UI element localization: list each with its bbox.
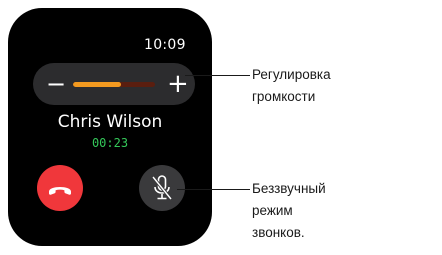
mute-callout-line1: Беззвучный xyxy=(252,181,326,196)
volume-callout-line2: громкости xyxy=(252,89,316,104)
mute-callout-line2: режим xyxy=(252,203,293,218)
microphone-off-icon xyxy=(151,175,173,201)
volume-slider[interactable] xyxy=(73,82,155,87)
watch-screen: 10:09 − + Chris Wilson 00:23 xyxy=(8,8,212,246)
end-call-button[interactable] xyxy=(37,165,83,211)
volume-callout-line1: Регулировка xyxy=(252,67,331,82)
mute-callout-line xyxy=(177,189,250,190)
volume-down-button[interactable]: − xyxy=(46,71,66,97)
volume-callout-line xyxy=(185,75,250,76)
caller-name: Chris Wilson xyxy=(57,112,163,132)
volume-up-button[interactable]: + xyxy=(167,71,189,97)
call-duration: 00:23 xyxy=(91,136,129,150)
phone-hangup-icon xyxy=(49,187,71,195)
clock-time: 10:09 xyxy=(144,37,186,53)
mute-button[interactable] xyxy=(139,165,185,211)
volume-control[interactable]: − + xyxy=(33,63,195,105)
volume-level-fill xyxy=(73,82,121,87)
mute-callout-line3: звонков. xyxy=(252,225,305,240)
